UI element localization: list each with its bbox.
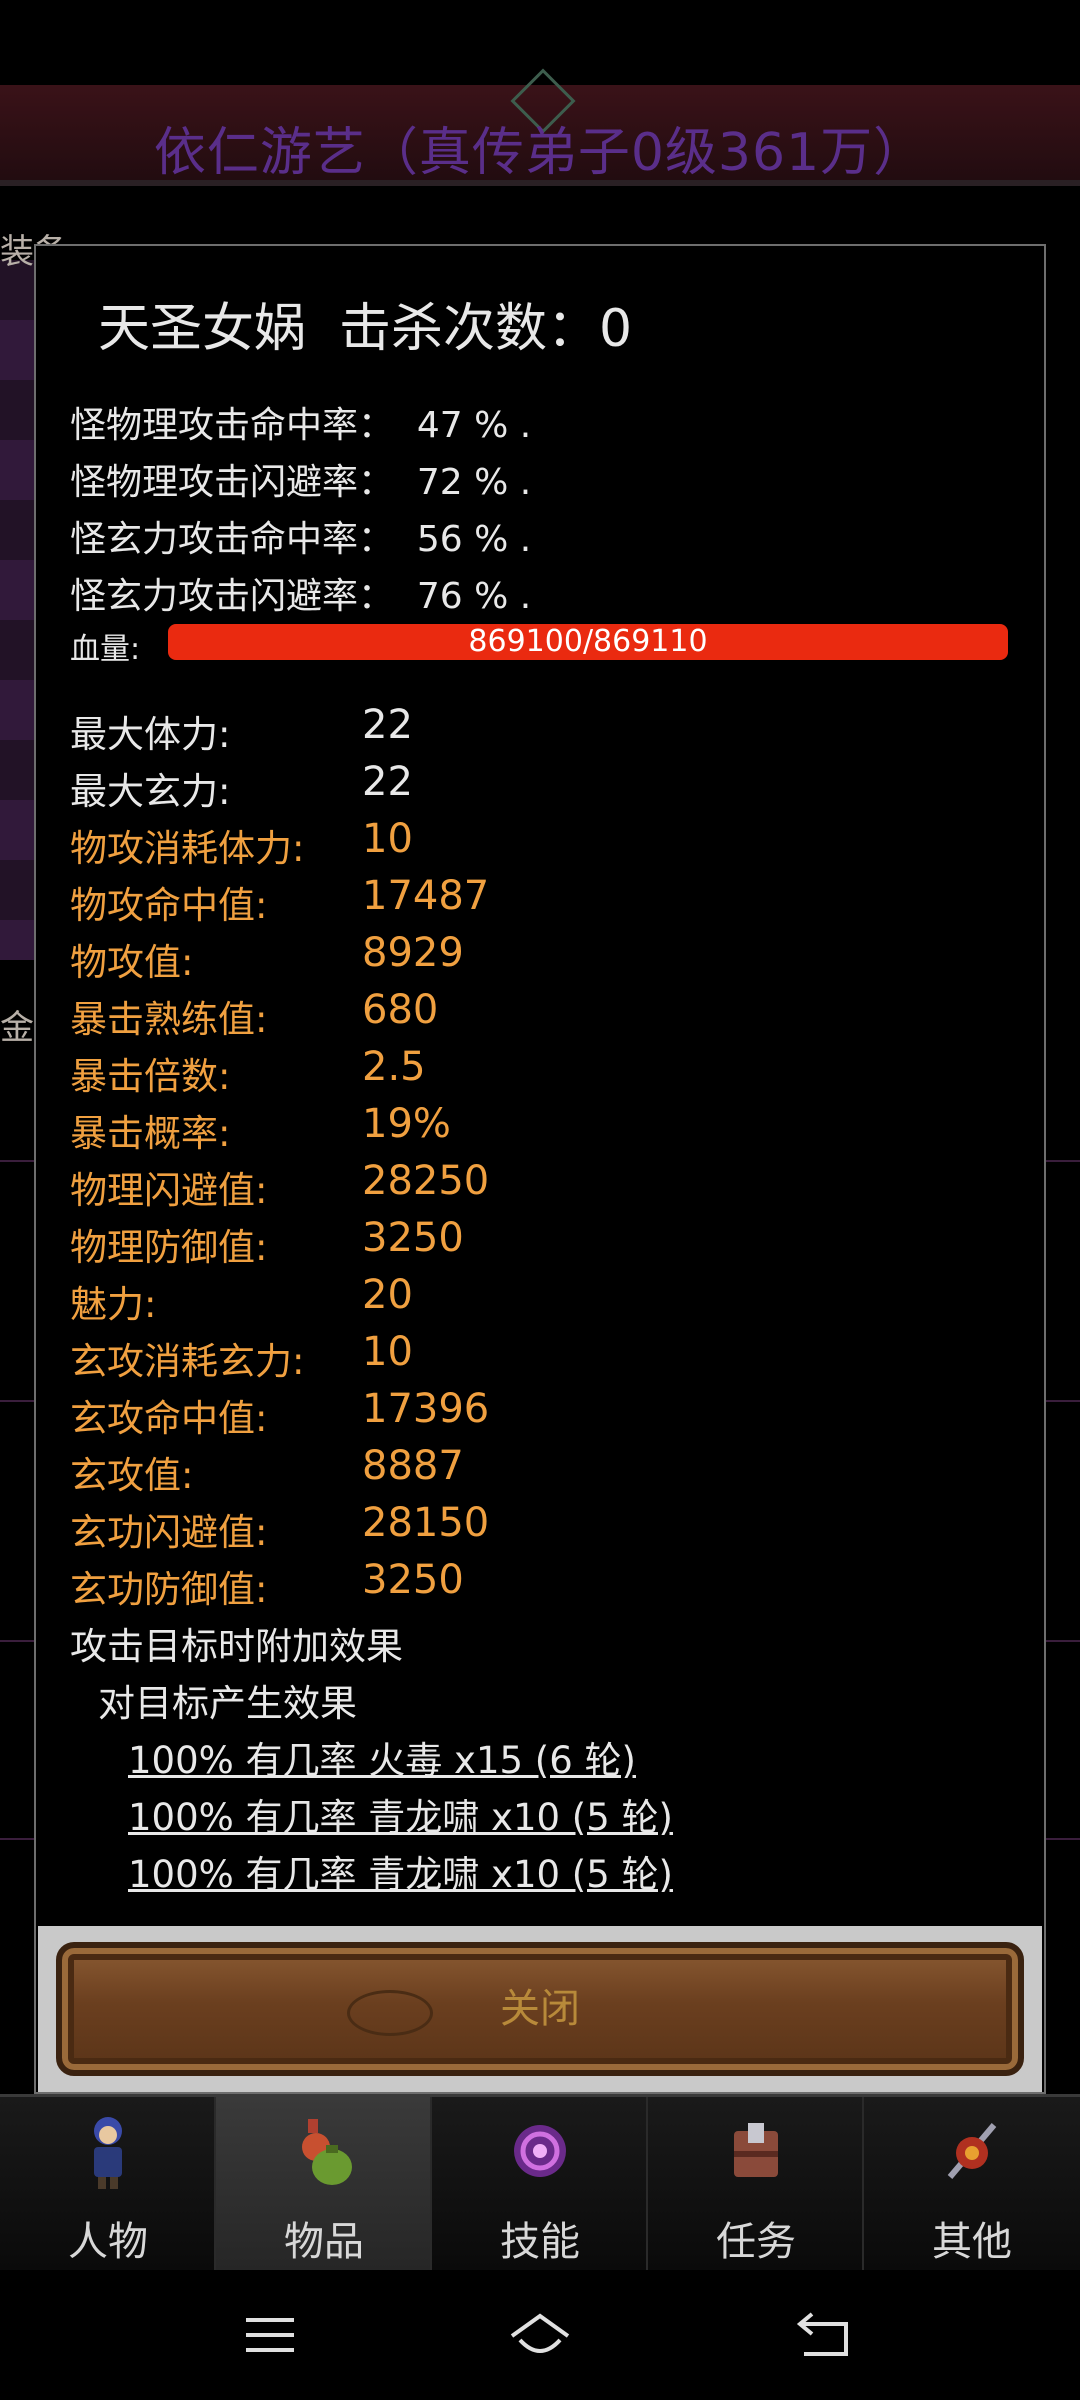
effect-link[interactable]: 100% 有几率 青龙啸 x10 (5 轮): [128, 1844, 673, 1898]
tab-skills[interactable]: 技能: [432, 2097, 648, 2271]
rate-line: 怪物理攻击命中率： 47 % .: [70, 405, 532, 446]
attribute-label: 玄攻值:: [70, 1454, 194, 1497]
close-button-label: 关闭: [500, 1986, 580, 2032]
attribute-value: 28250: [362, 1158, 490, 1204]
attribute-label: 魅力:: [70, 1283, 157, 1326]
rate-line: 怪物理攻击闪避率： 72 % .: [70, 462, 532, 503]
attribute-label: 最大体力:: [70, 713, 231, 756]
quest-icon: [734, 2123, 778, 2177]
home-icon[interactable]: [500, 2300, 580, 2370]
attribute-value: 28150: [362, 1500, 490, 1546]
attribute-label: 最大玄力:: [70, 770, 231, 813]
background-title: 依仁游艺（真传弟子0级361万）: [153, 123, 927, 183]
hp-label: 血量:: [70, 632, 141, 667]
attribute-label: 物攻值:: [70, 941, 194, 984]
rate-line: 怪玄力攻击闪避率： 76 % .: [70, 576, 532, 617]
tab-label: 其他: [932, 2219, 1012, 2265]
attribute-value: 20: [362, 1272, 413, 1318]
attribute-label: 物攻命中值:: [70, 884, 268, 927]
tab-character[interactable]: 人物: [0, 2097, 216, 2271]
attribute-label: 暴击熟练值:: [70, 998, 268, 1041]
skill-swirl-icon: [514, 2125, 566, 2177]
attribute-value: 10: [362, 816, 413, 862]
hp-value: 869100/869110: [468, 624, 708, 659]
close-button[interactable]: 关闭: [56, 1942, 1024, 2076]
monster-info-dialog: 天圣女娲 击杀次数：0 怪物理攻击命中率： 47 % . 怪物理攻击闪避率： 7…: [34, 244, 1046, 2094]
tab-label: 人物: [68, 2219, 148, 2265]
background-equip-strip: [0, 260, 34, 960]
attribute-label: 物理闪避值:: [70, 1169, 268, 1212]
tab-quests[interactable]: 任务: [648, 2097, 864, 2271]
dialog-title: 天圣女娲 击杀次数：0: [98, 299, 633, 359]
attribute-value: 22: [362, 759, 413, 805]
attribute-label: 玄功闪避值:: [70, 1511, 268, 1554]
attribute-label: 暴击倍数:: [70, 1055, 231, 1098]
tab-other[interactable]: 其他: [864, 2097, 1080, 2271]
menu-icon[interactable]: [230, 2300, 310, 2370]
attribute-value: 17396: [362, 1386, 490, 1432]
effects-subheader: 对目标产生效果: [98, 1682, 357, 1725]
attribute-value: 8887: [362, 1443, 464, 1489]
effect-link[interactable]: 100% 有几率 火毒 x15 (6 轮): [128, 1730, 636, 1784]
attribute-label: 玄功防御值:: [70, 1568, 268, 1611]
close-button-frame: 关闭: [38, 1926, 1042, 2092]
tab-items[interactable]: 物品: [216, 2097, 432, 2271]
effect-link[interactable]: 100% 有几率 青龙啸 x10 (5 轮): [128, 1787, 673, 1841]
system-nav-bar: [0, 2270, 1080, 2400]
attribute-value: 22: [362, 702, 413, 748]
character-icon: [94, 2117, 122, 2189]
rate-line: 怪玄力攻击命中率： 56 % .: [70, 519, 532, 560]
attribute-label: 暴击概率:: [70, 1112, 231, 1155]
attribute-value: 10: [362, 1329, 413, 1375]
bottom-tab-bar: 人物 物品 技能 任务 其他: [0, 2094, 1080, 2271]
attribute-value: 2.5: [362, 1044, 426, 1090]
attribute-value: 19%: [362, 1101, 451, 1147]
tab-label: 技能: [500, 2219, 580, 2265]
other-icon: [947, 2123, 997, 2179]
attribute-label: 物理防御值:: [70, 1226, 268, 1269]
potion-bag-icon: [302, 2119, 352, 2185]
tab-label: 物品: [284, 2219, 364, 2265]
tab-label: 任务: [716, 2219, 796, 2265]
attribute-label: 物攻消耗体力:: [70, 827, 305, 870]
attribute-value: 680: [362, 987, 439, 1033]
attribute-value: 3250: [362, 1215, 464, 1261]
hp-bar: 869100/869110: [168, 624, 1008, 660]
attribute-label: 玄攻消耗玄力:: [70, 1340, 305, 1383]
effects-header: 攻击目标时附加效果: [70, 1625, 403, 1668]
back-icon[interactable]: [784, 2300, 864, 2370]
attribute-value: 3250: [362, 1557, 464, 1603]
attribute-label: 玄攻命中值:: [70, 1397, 268, 1440]
attribute-value: 17487: [362, 873, 490, 919]
attribute-value: 8929: [362, 930, 464, 976]
